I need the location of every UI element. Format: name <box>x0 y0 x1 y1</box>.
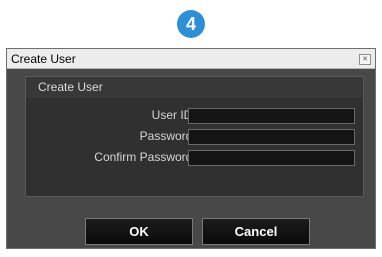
confirm-password-label: Confirm Password : <box>94 150 199 164</box>
group-title: Create User <box>38 80 103 94</box>
dialog-titlebar: Create User ✕ <box>7 49 375 69</box>
create-user-group: Create User User ID : Password : Confirm… <box>25 76 364 197</box>
confirm-password-input[interactable] <box>188 150 355 166</box>
step-number-badge: 4 <box>177 10 205 38</box>
user-id-input[interactable] <box>188 108 355 124</box>
password-input[interactable] <box>188 129 355 145</box>
group-header: Create User <box>26 77 363 98</box>
create-user-dialog: Create User ✕ Create User User ID : Pass… <box>6 48 376 249</box>
ok-button[interactable]: OK <box>85 218 193 245</box>
dialog-title: Create User <box>11 52 76 66</box>
close-icon[interactable]: ✕ <box>359 54 371 65</box>
cancel-button[interactable]: Cancel <box>202 218 310 245</box>
